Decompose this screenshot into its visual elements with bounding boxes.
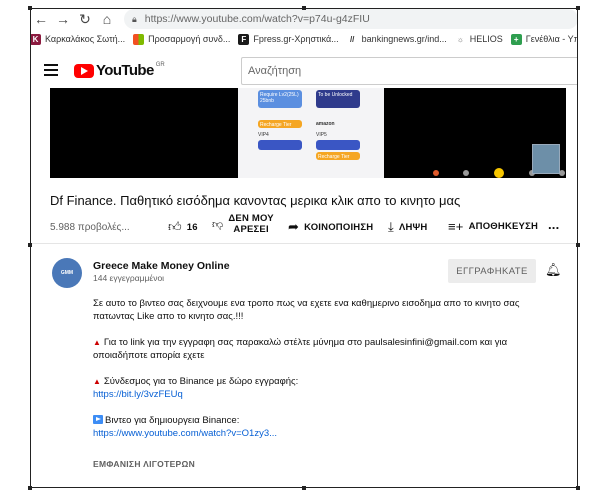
show-less-button[interactable]: ΕΜΦΑΝΙΣΗ ΛΙΓΟΤΕΡΩΝ xyxy=(93,459,195,469)
bookmark-label: Καρκαλάκος Σωτή... xyxy=(45,34,126,44)
youtube-header: YouTube GR Αναζήτηση xyxy=(30,54,578,88)
description-paragraph: ▲ Για το link για την εγγραφη σας παρακαλ… xyxy=(93,336,553,362)
notification-bell-icon[interactable]: 🔔︎ xyxy=(545,262,562,278)
frame-handle xyxy=(28,486,32,490)
app-tile: VIP5 xyxy=(316,132,327,138)
description-line: Βιντεο για δημιουργεια Binance: xyxy=(105,415,240,426)
video-player[interactable]: Require Lv2(25L) 25bnb To be Unlocked Re… xyxy=(50,88,566,178)
dislike-label-line2: ΑΡΕΣΕΙ xyxy=(233,224,269,235)
channel-name[interactable]: Greece Make Money Online xyxy=(93,260,230,272)
share-label: ΚΟΙΝΟΠΟΙΗΣΗ xyxy=(304,221,374,233)
frame-handle xyxy=(302,486,306,490)
logo-text: YouTube xyxy=(96,62,154,79)
bookmark-label: Γενέθλια - Υπολογ xyxy=(525,34,578,44)
frame-handle xyxy=(28,6,32,10)
more-dots-icon: ... xyxy=(548,217,560,232)
bookmark-label: bankingnews.gr/ind... xyxy=(361,34,447,44)
youtube-play-icon xyxy=(74,63,94,78)
like-button[interactable]: 👍︎ 16 xyxy=(168,219,198,235)
bookmark-favicon-icon xyxy=(133,33,145,45)
bookmark-item[interactable]: + Γενέθλια - Υπολογ xyxy=(510,33,578,45)
home-icon[interactable]: ⌂ xyxy=(96,9,118,29)
forward-arrow-icon[interactable]: → xyxy=(52,9,74,29)
description-paragraph: ▲ Σύνδεσμος για το Binance με δώρο εγγραφ… xyxy=(93,375,553,401)
youtube-video-link[interactable]: https://www.youtube.com/watch?v=O1zy3... xyxy=(93,428,277,439)
section-divider xyxy=(30,243,578,244)
app-tile: Require Lv2(25L) 25bnb xyxy=(258,90,302,108)
app-tile: To be Unlocked xyxy=(316,90,360,108)
frame-handle xyxy=(576,6,580,10)
back-arrow-icon[interactable]: ← xyxy=(30,9,52,29)
bookmark-item[interactable]: K Καρκαλάκος Σωτή... xyxy=(30,33,126,45)
like-count: 16 xyxy=(186,221,198,233)
video-meta-row: 5.988 προβολές... 👍︎ 16 👎︎ ΔΕΝ ΜΟΥ ΑΡΕΣΕ… xyxy=(50,213,566,238)
channel-avatar[interactable]: GMM xyxy=(52,258,82,288)
dislike-label: ΔΕΝ ΜΟΥ ΑΡΕΣΕΙ xyxy=(228,213,273,235)
subscriber-count: 144 εγγεγραμμένοι xyxy=(93,273,165,283)
video-title: Df Finance. Παθητικό εισόδημα κανοντας μ… xyxy=(50,193,461,208)
address-bar[interactable]: 🔒︎ https://www.youtube.com/watch?v=p74u-… xyxy=(124,9,578,29)
subscribed-button[interactable]: ΕΓΓΡΑΦΗΚΑΤΕ xyxy=(448,259,536,283)
frame-handle xyxy=(576,486,580,490)
region-code: GR xyxy=(155,62,165,68)
search-input[interactable]: Αναζήτηση xyxy=(241,57,578,85)
bookmark-item[interactable]: Προσαρμογή συνδ... xyxy=(133,33,231,45)
frame-handle xyxy=(28,243,32,247)
bookmark-label: Προσαρμογή συνδ... xyxy=(148,34,231,44)
presenter-thumbnail xyxy=(532,144,560,174)
save-label: ΑΠΟΘΗΚΕΥΣΗ xyxy=(468,221,539,232)
frame-handle xyxy=(576,243,580,247)
avatar-text: GMM xyxy=(60,270,74,276)
app-tile: VIP4 xyxy=(258,132,269,138)
bookmark-favicon-icon: ☼ xyxy=(456,34,464,44)
app-tile: Recharge Tier xyxy=(258,120,302,128)
frame-handle xyxy=(302,6,306,10)
bookmark-favicon-icon: // xyxy=(349,34,355,44)
app-tile: Recharge Tier xyxy=(316,152,360,160)
bookmarks-bar: K Καρκαλάκος Σωτή... Προσαρμογή συνδ... … xyxy=(30,30,578,48)
bookmark-item[interactable]: F Fpress.gr-Χρηστικά... xyxy=(238,33,339,45)
bookmark-label: Fpress.gr-Χρηστικά... xyxy=(253,34,339,44)
description-text: Σε αυτο το βιντεο σας δειχνουμε ενα τροπ… xyxy=(93,297,553,453)
description-line: Για το link για την εγγραφη σας παρακαλώ… xyxy=(93,337,508,361)
red-triangle-icon: ▲ xyxy=(93,338,101,347)
bookmark-favicon-icon: + xyxy=(510,33,522,45)
app-card xyxy=(316,140,360,150)
browser-toolbar: ← → ↻ ⌂ 🔒︎ https://www.youtube.com/watch… xyxy=(30,8,578,30)
bookmark-favicon-icon: F xyxy=(238,33,250,45)
bookmark-favicon-icon: K xyxy=(30,33,41,45)
reload-icon[interactable]: ↻ xyxy=(74,9,96,29)
address-url: https://www.youtube.com/watch?v=p74u-g4z… xyxy=(144,13,370,25)
lock-icon: 🔒︎ xyxy=(132,13,137,24)
download-button[interactable]: ⤓ ΛΗΨΗ xyxy=(388,219,428,235)
dislike-label-line1: ΔΕΝ ΜΟΥ xyxy=(228,213,274,224)
download-icon: ⤓ xyxy=(388,219,394,234)
share-arrow-icon: ➦ xyxy=(288,219,300,234)
dislike-button[interactable]: 👎︎ ΔΕΝ ΜΟΥ ΑΡΕΣΕΙ xyxy=(212,213,274,235)
save-button[interactable]: ≡+ ΑΠΟΘΗΚΕΥΣΗ xyxy=(448,219,538,234)
bookmark-item[interactable]: ☼ HELIOS xyxy=(455,34,503,45)
thumbs-down-icon: 👎︎ xyxy=(212,218,224,231)
playlist-add-icon: ≡+ xyxy=(448,219,464,234)
share-button[interactable]: ➦ ΚΟΙΝΟΠΟΙΗΣΗ xyxy=(288,219,373,235)
menu-icon[interactable] xyxy=(44,64,58,76)
binance-referral-link[interactable]: https://bit.ly/3vzFEUq xyxy=(93,389,183,400)
bookmark-item[interactable]: // bankingnews.gr/ind... xyxy=(347,34,447,45)
red-triangle-icon: ▲ xyxy=(93,377,101,386)
view-count[interactable]: 5.988 προβολές... xyxy=(50,222,130,233)
description-paragraph: Βιντεο για δημιουργεια Binance: https://… xyxy=(93,414,553,440)
download-label: ΛΗΨΗ xyxy=(398,221,428,233)
more-actions-button[interactable]: ... xyxy=(548,217,559,232)
thumbs-up-icon: 👍︎ xyxy=(168,219,182,234)
bookmark-label: HELIOS xyxy=(469,34,503,44)
search-placeholder: Αναζήτηση xyxy=(248,65,302,77)
description-line: Σύνδεσμος για το Binance με δώρο εγγραφή… xyxy=(103,376,299,387)
app-card xyxy=(258,140,302,150)
play-button-emoji-icon xyxy=(93,415,103,424)
video-frame-app-screenshot: Require Lv2(25L) 25bnb To be Unlocked Re… xyxy=(238,88,565,178)
youtube-logo[interactable]: YouTube GR xyxy=(74,62,165,79)
description-paragraph: Σε αυτο το βιντεο σας δειχνουμε ενα τροπ… xyxy=(93,298,520,322)
app-tile: amazon xyxy=(316,121,335,127)
